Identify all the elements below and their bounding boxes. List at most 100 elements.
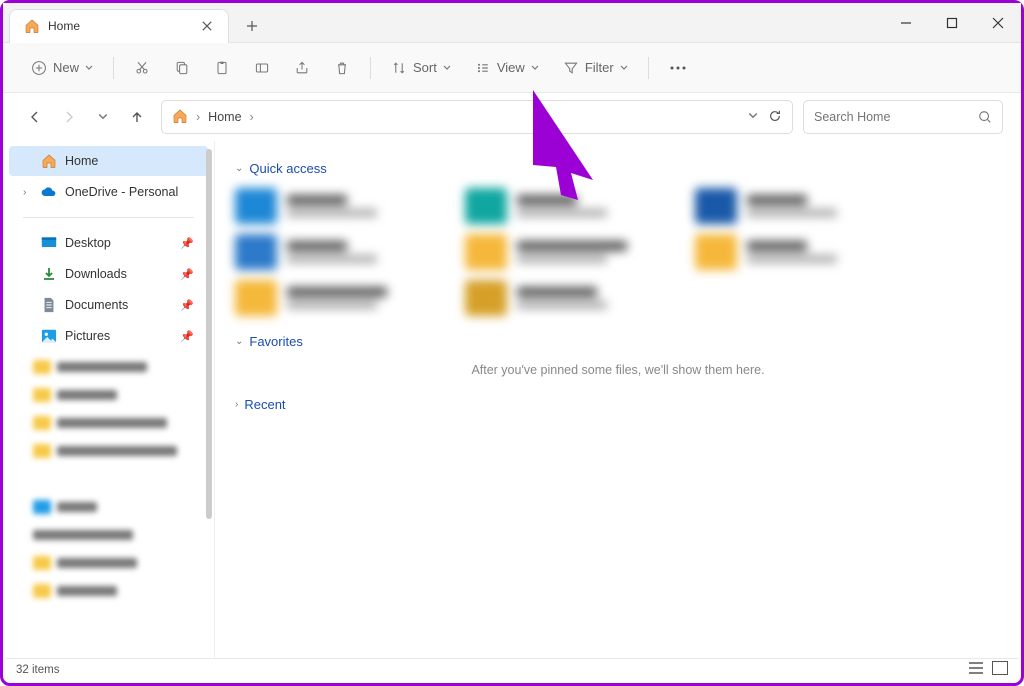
trash-icon [334, 60, 350, 76]
document-icon [41, 297, 57, 313]
home-icon [41, 153, 57, 169]
expand-icon[interactable]: › [23, 187, 33, 198]
tab-title: Home [48, 19, 192, 33]
sidebar-item-home[interactable]: Home [9, 146, 208, 176]
sidebar-item-documents[interactable]: Documents 📌 [9, 290, 208, 320]
content-area: ⌄ Quick access ⌄ Favorites After you've … [215, 141, 1021, 671]
breadcrumb-current[interactable]: Home [208, 110, 241, 124]
pin-icon: 📌 [180, 237, 194, 250]
address-bar[interactable]: › Home › [161, 100, 793, 134]
view-button[interactable]: View [465, 51, 549, 85]
filter-label: Filter [585, 60, 614, 75]
sidebar-item-blurred[interactable] [33, 383, 184, 407]
thumbnails-view-toggle[interactable] [992, 661, 1008, 678]
cut-button[interactable] [124, 51, 160, 85]
home-icon [172, 108, 188, 127]
search-input[interactable] [814, 110, 978, 124]
sidebar-item-pictures[interactable]: Pictures 📌 [9, 321, 208, 351]
nav-buttons [21, 103, 151, 131]
new-label: New [53, 60, 79, 75]
chevron-down-icon [85, 64, 93, 72]
quick-access-item[interactable] [465, 188, 655, 224]
section-label: Recent [244, 397, 285, 412]
quick-access-item[interactable] [235, 234, 425, 270]
new-button[interactable]: New [21, 51, 103, 85]
sidebar-item-desktop[interactable]: Desktop 📌 [9, 228, 208, 258]
chevron-down-icon: ⌄ [235, 336, 243, 347]
chevron-down-icon [620, 64, 628, 72]
rename-button[interactable] [244, 51, 280, 85]
more-button[interactable] [659, 51, 697, 85]
up-button[interactable] [123, 103, 151, 131]
pin-icon: 📌 [180, 299, 194, 312]
copy-button[interactable] [164, 51, 200, 85]
sidebar-item-blurred[interactable] [33, 439, 184, 463]
forward-button[interactable] [55, 103, 83, 131]
download-icon [41, 266, 57, 282]
view-label: View [497, 60, 525, 75]
sort-label: Sort [413, 60, 437, 75]
toolbar-separator [113, 57, 114, 79]
window-controls [883, 3, 1021, 43]
quick-access-item[interactable] [235, 280, 425, 316]
filter-icon [563, 60, 579, 76]
breadcrumb-separator: › [196, 110, 200, 124]
close-window-button[interactable] [975, 3, 1021, 43]
recent-locations-button[interactable] [89, 103, 117, 131]
sidebar-item-blurred[interactable] [33, 355, 184, 379]
section-quick-access[interactable]: ⌄ Quick access [235, 161, 1001, 176]
quick-access-item[interactable] [235, 188, 425, 224]
sidebar-separator [23, 217, 194, 218]
paste-button[interactable] [204, 51, 240, 85]
cut-icon [134, 60, 150, 76]
refresh-button[interactable] [768, 109, 782, 126]
sidebar-item-blurred[interactable] [33, 579, 184, 603]
sidebar-item-label: Downloads [65, 267, 127, 281]
breadcrumb-separator: › [250, 110, 254, 124]
sort-button[interactable]: Sort [381, 51, 461, 85]
sidebar-item-blurred[interactable] [33, 551, 184, 575]
favorites-empty-message: After you've pinned some files, we'll sh… [235, 363, 1001, 377]
sidebar-item-downloads[interactable]: Downloads 📌 [9, 259, 208, 289]
sidebar-item-blurred[interactable] [33, 411, 184, 435]
delete-button[interactable] [324, 51, 360, 85]
pin-icon: 📌 [180, 268, 194, 281]
quick-access-item[interactable] [695, 188, 885, 224]
minimize-button[interactable] [883, 3, 929, 43]
chevron-down-icon: ⌄ [235, 163, 243, 174]
sidebar-item-blurred[interactable] [33, 495, 184, 519]
details-view-toggle[interactable] [968, 661, 984, 678]
share-button[interactable] [284, 51, 320, 85]
paste-icon [214, 60, 230, 76]
sidebar-item-onedrive[interactable]: › OneDrive - Personal [9, 177, 208, 207]
filter-button[interactable]: Filter [553, 51, 638, 85]
address-dropdown-button[interactable] [748, 110, 758, 124]
body: Home › OneDrive - Personal Desktop 📌 Dow… [3, 141, 1021, 671]
section-favorites[interactable]: ⌄ Favorites [235, 334, 1001, 349]
cloud-icon [41, 184, 57, 200]
share-icon [294, 60, 310, 76]
pictures-icon [41, 328, 57, 344]
quick-access-item[interactable] [695, 234, 885, 270]
copy-icon [174, 60, 190, 76]
new-tab-button[interactable] [237, 11, 267, 41]
search-box[interactable] [803, 100, 1003, 134]
sidebar-item-blurred[interactable] [33, 523, 184, 547]
maximize-button[interactable] [929, 3, 975, 43]
search-icon [978, 110, 992, 124]
home-icon [24, 18, 40, 34]
back-button[interactable] [21, 103, 49, 131]
tab-close-button[interactable] [200, 19, 214, 33]
section-label: Quick access [249, 161, 326, 176]
section-label: Favorites [249, 334, 302, 349]
status-item-count: 32 items [16, 664, 59, 676]
section-recent[interactable]: › Recent [235, 397, 1001, 412]
address-row: › Home › [3, 93, 1021, 141]
toolbar: New Sort View Filter [3, 43, 1021, 93]
sidebar-scrollbar[interactable] [206, 149, 212, 519]
browser-tab[interactable]: Home [9, 9, 229, 43]
pin-icon: 📌 [180, 330, 194, 343]
quick-access-item[interactable] [465, 234, 655, 270]
quick-access-item[interactable] [465, 280, 655, 316]
plus-circle-icon [31, 60, 47, 76]
